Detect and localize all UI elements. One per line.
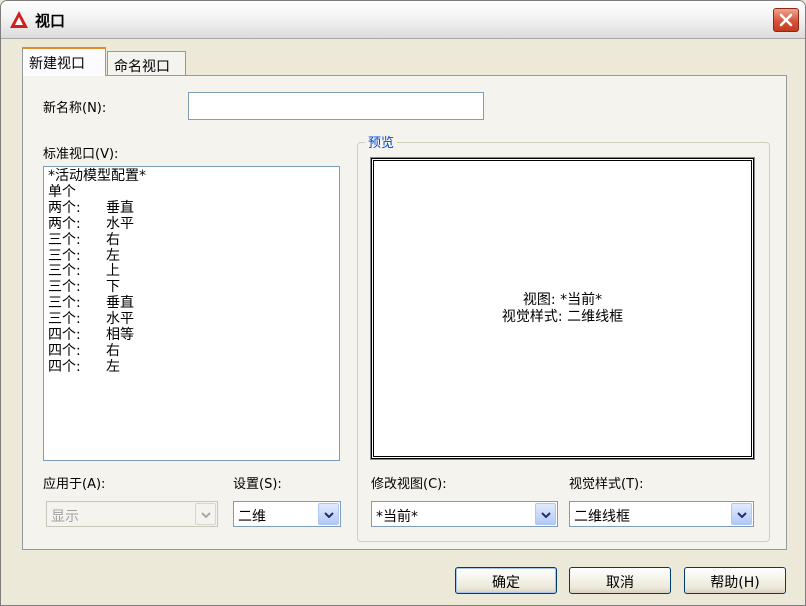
help-label: 帮助(H) xyxy=(710,575,760,591)
change-view-label: 修改视图(C): xyxy=(371,477,447,492)
setup-value: 二维 xyxy=(238,509,266,525)
list-item[interactable]: 四个: 右 xyxy=(48,342,335,360)
new-name-label: 新名称(N): xyxy=(43,101,107,116)
list-item-arrangement: 垂直 xyxy=(106,295,134,312)
title-bar[interactable]: 视口 xyxy=(1,1,805,39)
dropdown-button[interactable] xyxy=(318,503,339,525)
list-item-arrangement: 右 xyxy=(106,342,120,359)
list-item-arrangement: 右 xyxy=(106,231,120,248)
list-item[interactable]: 四个: 相等 xyxy=(48,327,335,344)
standard-viewports-list[interactable]: *活动模型配置* 单个 两个: 垂直 两个: 水平 三个: 右三个: 左三个: 上三个: 下三个: 垂… xyxy=(43,166,340,461)
setup-select[interactable]: 二维 xyxy=(233,501,341,527)
apply-to-value: 显示 xyxy=(51,509,79,525)
list-item-count: 三个: xyxy=(48,247,81,264)
list-item-arrangement: 左 xyxy=(106,247,120,264)
chevron-down-icon xyxy=(541,512,551,518)
viewports-dialog: 视口 新建视口 命名视口 新名称(N): 标准视口(V): *活动模型配置* 单个… xyxy=(0,0,806,606)
list-item-count: 三个: xyxy=(48,311,81,328)
chevron-down-icon xyxy=(201,512,211,518)
list-item-arrangement: 水平 xyxy=(106,215,134,232)
list-item[interactable]: 两个: 垂直 xyxy=(48,199,335,217)
list-item-count: 单个 xyxy=(48,183,76,200)
list-item-count: 四个: xyxy=(48,358,81,375)
preview-pane: 视图: *当前* 视觉样式: 二维线框 xyxy=(370,157,755,460)
list-item[interactable]: 四个: 左 xyxy=(48,358,335,376)
preview-title: 预览 xyxy=(365,132,398,151)
list-item[interactable]: 三个: 左 xyxy=(48,247,335,265)
help-button[interactable]: 帮助(H) xyxy=(684,567,786,594)
list-item-arrangement: 垂直 xyxy=(106,199,134,216)
visual-style-label: 视觉样式(T): xyxy=(569,477,644,492)
new-name-input[interactable] xyxy=(188,92,484,120)
ok-button[interactable]: 确定 xyxy=(455,567,557,594)
list-item-arrangement: 下 xyxy=(106,279,120,296)
autocad-logo-icon xyxy=(10,11,28,28)
list-item-arrangement: 水平 xyxy=(106,311,134,328)
preview-visual-style-text: 视觉样式: 二维线框 xyxy=(501,309,624,325)
dropdown-button[interactable] xyxy=(195,503,216,525)
list-item[interactable]: 三个: 右 xyxy=(48,231,335,249)
apply-to-select[interactable]: 显示 xyxy=(46,501,218,527)
cancel-label: 取消 xyxy=(606,575,634,591)
list-item-count: 三个: xyxy=(48,263,81,280)
close-button[interactable] xyxy=(773,8,799,32)
dropdown-button[interactable] xyxy=(731,503,752,525)
list-item-count: 四个: xyxy=(48,342,81,359)
setup-label: 设置(S): xyxy=(233,477,282,492)
apply-to-label: 应用于(A): xyxy=(43,477,106,492)
close-icon xyxy=(779,13,793,27)
list-item-count: 两个: xyxy=(48,215,81,232)
list-item-arrangement: 相等 xyxy=(106,327,134,344)
chevron-down-icon xyxy=(324,512,334,518)
ok-label: 确定 xyxy=(492,575,520,591)
list-item-count: *活动模型配置* xyxy=(48,168,146,184)
list-item[interactable]: 三个: 上 xyxy=(48,264,335,280)
visual-style-select[interactable]: 二维线框 xyxy=(569,501,754,527)
tab-label: 命名视口 xyxy=(114,59,170,75)
list-item[interactable]: 三个: 水平 xyxy=(48,311,335,328)
list-item[interactable]: 三个: 下 xyxy=(48,279,335,296)
change-view-value: *当前* xyxy=(376,509,418,525)
visual-style-value: 二维线框 xyxy=(574,509,630,525)
window-title: 视口 xyxy=(35,12,66,30)
list-item[interactable]: 单个 xyxy=(48,183,335,201)
list-item-count: 四个: xyxy=(48,327,81,344)
change-view-select[interactable]: *当前* xyxy=(371,501,558,527)
tab-named-viewports[interactable]: 命名视口 xyxy=(107,51,186,77)
list-item-count: 三个: xyxy=(48,295,81,312)
list-item[interactable]: 两个: 水平 xyxy=(48,215,335,233)
list-item[interactable]: *活动模型配置* xyxy=(48,168,335,185)
list-item-count: 三个: xyxy=(48,279,81,296)
tab-new-viewports[interactable]: 新建视口 xyxy=(22,47,106,76)
chevron-down-icon xyxy=(737,512,747,518)
dropdown-button[interactable] xyxy=(535,503,556,525)
list-item-count: 两个: xyxy=(48,199,81,216)
standard-viewports-label: 标准视口(V): xyxy=(43,147,119,162)
list-item-arrangement: 左 xyxy=(106,358,120,375)
cancel-button[interactable]: 取消 xyxy=(569,567,671,594)
list-item-arrangement: 上 xyxy=(106,263,120,280)
list-item[interactable]: 三个: 垂直 xyxy=(48,295,335,312)
list-item-count: 三个: xyxy=(48,231,81,248)
tab-label: 新建视口 xyxy=(29,56,85,72)
